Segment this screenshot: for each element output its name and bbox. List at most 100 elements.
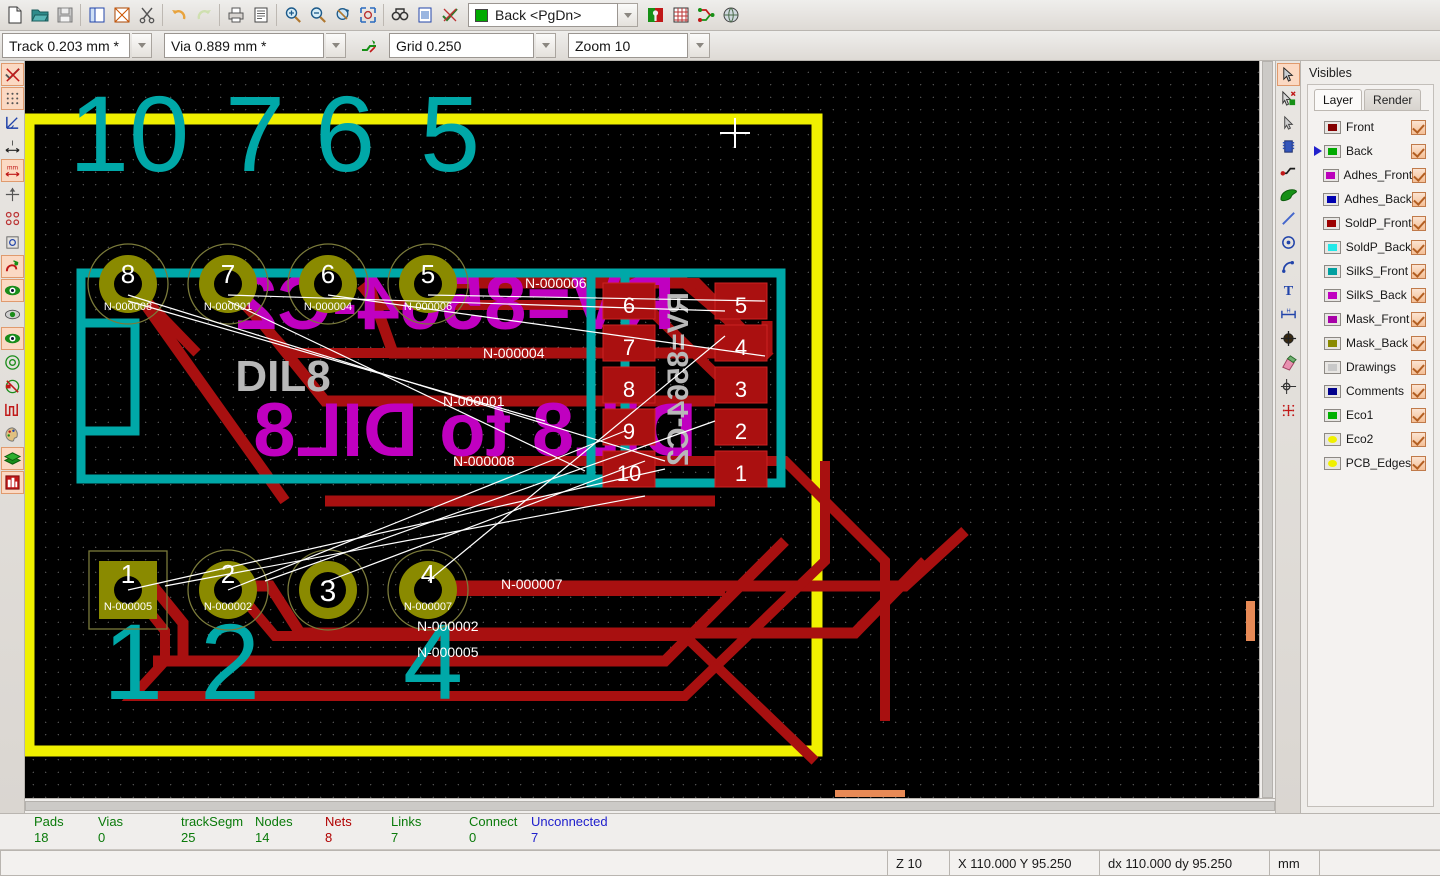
- layer-visibility-checkbox-front[interactable]: [1411, 119, 1426, 135]
- show-zones-button[interactable]: [1, 351, 24, 374]
- add-graphic-arc-button[interactable]: [1277, 255, 1300, 278]
- layer-visibility-checkbox-drawings[interactable]: [1411, 359, 1426, 375]
- canvas-vertical-scrollbar[interactable]: [1246, 61, 1275, 798]
- layer-visibility-checkbox-mask-front[interactable]: [1411, 311, 1426, 327]
- show-zones-disabled-button[interactable]: [1, 375, 24, 398]
- pcb-canvas[interactable]: RV=8564-C2 DIL8 to DIL8 DIL8 RV=8564-C2 …: [25, 61, 1259, 798]
- grid-selector[interactable]: Grid 0.250: [389, 33, 534, 58]
- layer-row-drawings[interactable]: Drawings: [1308, 355, 1433, 379]
- layer-color-front[interactable]: [1324, 120, 1341, 134]
- track-width-dropdown-arrow[interactable]: [132, 33, 152, 58]
- grid-mode-button[interactable]: [668, 2, 693, 28]
- hide-ratsnest-button[interactable]: [0, 279, 24, 302]
- zoom-fit-button[interactable]: [355, 2, 380, 28]
- drc-off-button[interactable]: [0, 63, 24, 86]
- cursor-shape-button[interactable]: [1, 183, 24, 206]
- layer-color-adhes-back[interactable]: [1323, 192, 1340, 206]
- layer-visibility-checkbox-silks-back[interactable]: [1411, 287, 1426, 303]
- page-settings-button[interactable]: [84, 2, 109, 28]
- layer-color-mask-back[interactable]: [1324, 336, 1341, 350]
- layer-color-drawings[interactable]: [1324, 360, 1341, 374]
- layer-visibility-checkbox-silks-front[interactable]: [1411, 263, 1426, 279]
- add-graphic-line-button[interactable]: [1277, 207, 1300, 230]
- layer-visibility-checkbox-comments[interactable]: [1411, 383, 1426, 399]
- show-pads-sketch-button[interactable]: [1, 207, 24, 230]
- layer-color-adhes-front[interactable]: [1322, 168, 1339, 182]
- add-zone-button[interactable]: [1277, 183, 1300, 206]
- layer-color-silks-front[interactable]: [1324, 264, 1341, 278]
- auto-track-width-button[interactable]: [356, 33, 381, 59]
- new-board-button[interactable]: [2, 2, 27, 28]
- open-board-button[interactable]: [27, 2, 52, 28]
- zoom-redraw-button[interactable]: [330, 2, 355, 28]
- units-inches-button[interactable]: I: [1, 135, 24, 158]
- layer-row-soldp-front[interactable]: SoldP_Front: [1308, 211, 1433, 235]
- zoom-selector[interactable]: Zoom 10: [568, 33, 688, 58]
- layer-color-eco1[interactable]: [1324, 408, 1341, 422]
- vscroll-thumb[interactable]: [1262, 61, 1273, 798]
- add-text-button[interactable]: T: [1277, 279, 1300, 302]
- layer-row-silks-front[interactable]: SilkS_Front: [1308, 259, 1433, 283]
- open-module-editor-button[interactable]: [109, 2, 134, 28]
- layer-color-mask-front[interactable]: [1324, 312, 1341, 326]
- view-3d-button[interactable]: [718, 2, 743, 28]
- layer-row-adhes-front[interactable]: Adhes_Front: [1308, 163, 1433, 187]
- tab-layer[interactable]: Layer: [1314, 89, 1363, 110]
- delete-item-button[interactable]: [1277, 351, 1300, 374]
- autoroute-button[interactable]: [693, 2, 718, 28]
- redo-button[interactable]: [191, 2, 216, 28]
- layer-color-comments[interactable]: [1324, 384, 1341, 398]
- module-mode-button[interactable]: [643, 2, 668, 28]
- layer-visibility-checkbox-mask-back[interactable]: [1411, 335, 1426, 351]
- save-board-button[interactable]: [52, 2, 77, 28]
- layer-color-back[interactable]: [1324, 144, 1341, 158]
- canvas-horizontal-scrollbar[interactable]: [25, 790, 1275, 813]
- add-dimension-button[interactable]: H: [1277, 303, 1300, 326]
- layer-row-comments[interactable]: Comments: [1308, 379, 1433, 403]
- layer-row-mask-back[interactable]: Mask_Back: [1308, 331, 1433, 355]
- add-target-button[interactable]: [1277, 327, 1300, 350]
- layer-visibility-checkbox-back[interactable]: [1411, 143, 1426, 159]
- layer-color-eco2[interactable]: [1324, 432, 1341, 446]
- tab-render[interactable]: Render: [1364, 89, 1422, 110]
- polar-coords-button[interactable]: [1, 111, 24, 134]
- local-ratsnest-button[interactable]: [1277, 111, 1300, 134]
- via-size-dropdown-arrow[interactable]: [326, 33, 346, 58]
- drc-button[interactable]: [437, 2, 462, 28]
- layer-visibility-checkbox-adhes-front[interactable]: [1412, 167, 1427, 183]
- hscroll-thumb[interactable]: [25, 801, 1275, 811]
- show-microwave-tools-button[interactable]: [1, 423, 24, 446]
- select-tool-button[interactable]: [1276, 63, 1300, 86]
- set-origin-button[interactable]: [1277, 375, 1300, 398]
- layer-row-eco2[interactable]: Eco2: [1308, 427, 1433, 451]
- show-vias-sketch-button[interactable]: [1, 231, 24, 254]
- show-manage-layers-button[interactable]: [0, 447, 24, 470]
- show-module-ratsnest-button[interactable]: [1, 303, 24, 326]
- show-grid-button[interactable]: [0, 87, 24, 110]
- active-layer-dropdown-arrow[interactable]: [618, 3, 638, 27]
- high-contrast-button[interactable]: [1, 399, 24, 422]
- layer-visibility-checkbox-eco2[interactable]: [1411, 431, 1426, 447]
- layer-row-eco1[interactable]: Eco1: [1308, 403, 1433, 427]
- add-track-button[interactable]: [1277, 159, 1300, 182]
- auto-delete-track-button[interactable]: [0, 327, 24, 350]
- layer-visibility-checkbox-adhes-back[interactable]: [1411, 191, 1426, 207]
- zoom-out-button[interactable]: [305, 2, 330, 28]
- show-tracks-sketch-button[interactable]: [0, 255, 24, 278]
- layer-visibility-checkbox-soldp-back[interactable]: [1411, 239, 1426, 255]
- layer-visibility-checkbox-eco1[interactable]: [1411, 407, 1426, 423]
- add-module-button[interactable]: [1277, 135, 1300, 158]
- layer-row-adhes-back[interactable]: Adhes_Back: [1308, 187, 1433, 211]
- units-mm-button[interactable]: mm: [0, 159, 24, 182]
- layer-color-pcb-edges[interactable]: [1323, 456, 1341, 470]
- netlist-button[interactable]: [412, 2, 437, 28]
- add-graphic-circle-button[interactable]: [1277, 231, 1300, 254]
- layer-color-soldp-back[interactable]: [1323, 240, 1341, 254]
- track-width-selector[interactable]: Track 0.203 mm *: [2, 33, 130, 58]
- layer-visibility-checkbox-pcb-edges[interactable]: [1411, 455, 1426, 471]
- highlight-net-button[interactable]: [1277, 87, 1300, 110]
- layer-color-silks-back[interactable]: [1324, 288, 1341, 302]
- zoom-dropdown-arrow[interactable]: [690, 33, 710, 58]
- layer-color-soldp-front[interactable]: [1323, 216, 1340, 230]
- layer-row-pcb-edges[interactable]: PCB_Edges: [1308, 451, 1433, 475]
